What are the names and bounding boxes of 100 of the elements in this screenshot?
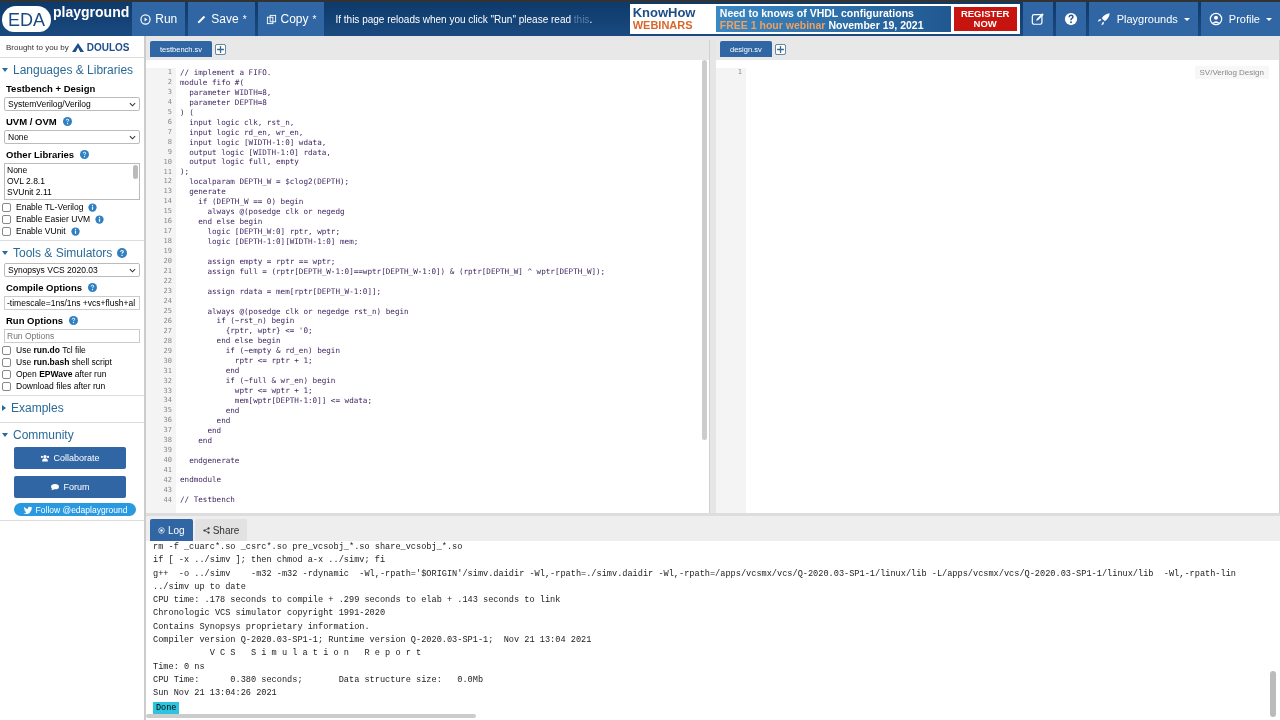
- log-line: CPU time: .178 seconds to compile + .299 seconds to elab + .143 seconds to link: [153, 594, 562, 608]
- checkbox-label: Use run.do Tcl file: [16, 345, 86, 355]
- log-line: g++ -o ../simv -m32 -m32 -rdynamic -Wl,-rpath='$ORIGIN'/simv.daidir -Wl,-rpath=./simv.daidir -Wl,-rpath=/apps/vcsmx/vcs/Q-2020.03-SP1-1/linux/lib -L/apps/vcsmx/vcs/Q-2020.03-SP1-1/linux/lib -Wl,-rpath-lin: [153, 567, 1237, 581]
- log-line: CPU Time: 0.380 seconds; Data structure size: 0.0Mb: [153, 673, 485, 687]
- checkbox-label: Open EPWave after run: [16, 369, 107, 379]
- checkbox-label: Enable TL-Verilog: [16, 202, 84, 212]
- target-icon: [158, 526, 165, 534]
- checkbox[interactable]: [2, 214, 11, 224]
- info-icon[interactable]: [88, 202, 98, 212]
- edit-icon: [1030, 12, 1045, 26]
- help-icon[interactable]: [69, 316, 78, 325]
- checkbox[interactable]: [2, 226, 11, 236]
- logo-name: playground: [53, 4, 130, 20]
- scrollbar[interactable]: [133, 165, 138, 179]
- play-icon: [140, 13, 152, 25]
- share-icon: [202, 526, 210, 534]
- field-label: Testbench + Design: [6, 83, 96, 94]
- dropdown[interactable]: SystemVerilog/Verilog: [4, 97, 140, 111]
- section-header[interactable]: Languages & Libraries: [0, 58, 144, 80]
- banner-headline: Need to knows of VHDL configurations: [719, 7, 915, 19]
- editor-language-label: SV/Verilog Design: [1194, 66, 1269, 79]
- banner-date: November 19, 2021: [828, 19, 924, 31]
- playgrounds-menu[interactable]: Playgrounds: [1088, 2, 1198, 36]
- list-option[interactable]: SVUnit 2.11: [7, 187, 52, 198]
- help-button[interactable]: [1055, 2, 1086, 36]
- webinar-banner[interactable]: KnowHow WEBINARS Need to knows of VHDL configurations FREE 1 hour webinar November 19, 2021 REGISTER NOW: [629, 4, 1020, 34]
- copy-icon: [265, 13, 277, 25]
- add-file-icon[interactable]: [774, 43, 786, 55]
- section-header[interactable]: Tools & Simulators: [0, 241, 144, 263]
- log-line: ../simv up to date: [153, 580, 247, 594]
- info-icon[interactable]: [95, 214, 105, 224]
- log-line: if [ -x ../simv ]; then chmod a-x ../simv; fi: [153, 554, 387, 568]
- checkbox-label: Enable VUnit: [16, 226, 66, 236]
- checkbox[interactable]: [2, 369, 11, 379]
- dropdown[interactable]: Synopsys VCS 2020.03: [4, 263, 140, 277]
- section-header[interactable]: Examples: [0, 396, 144, 418]
- code-editor[interactable]: [146, 60, 709, 513]
- chevron-icon: [129, 267, 136, 273]
- caret-icon: [1183, 17, 1190, 21]
- community-button[interactable]: Forum: [14, 476, 126, 498]
- rocket-icon: [1096, 12, 1111, 26]
- help-icon[interactable]: [88, 283, 97, 292]
- follow-button[interactable]: Follow @edaplayground: [14, 503, 136, 516]
- log-line: Time: 0 ns: [153, 660, 206, 674]
- checkbox[interactable]: [2, 345, 11, 355]
- run-button[interactable]: Run: [132, 2, 186, 36]
- sponsor-logo-icon: [71, 43, 84, 52]
- field-label: Run Options: [6, 315, 63, 326]
- chat-icon: [50, 483, 61, 491]
- reload-notice: If this page reloads when you click "Run" please read this.: [335, 13, 594, 25]
- log-line: Chronologic VCS simulator copyright 1991-2020: [153, 607, 387, 621]
- chevron-icon: [129, 101, 136, 107]
- bird-icon: [22, 505, 33, 514]
- log-line: V C S S i m u l a t i o n R e p o r t: [208, 647, 423, 661]
- log-tab[interactable]: Log: [150, 519, 193, 541]
- checkbox[interactable]: [2, 202, 11, 212]
- checkbox[interactable]: [2, 381, 11, 391]
- field-label: UVM / OVM: [6, 116, 57, 127]
- help-icon[interactable]: [117, 248, 128, 258]
- chevron-icon: [129, 134, 136, 140]
- user-icon: [1208, 12, 1223, 26]
- help-icon[interactable]: [62, 117, 72, 126]
- list-option[interactable]: None: [7, 165, 52, 176]
- section-header[interactable]: Community: [0, 423, 144, 445]
- logo-badge: EDA: [2, 6, 51, 32]
- logo[interactable]: EDA playground: [0, 2, 130, 36]
- pencil-icon: [196, 13, 208, 25]
- checkbox[interactable]: [2, 357, 11, 367]
- edit-button[interactable]: [1022, 2, 1053, 36]
- profile-menu[interactable]: Profile: [1200, 2, 1280, 36]
- add-file-icon[interactable]: [215, 43, 227, 55]
- scrollbar[interactable]: [702, 60, 707, 440]
- caret-icon: [1266, 17, 1272, 21]
- checkbox-label: Enable Easier UVM: [16, 214, 91, 224]
- checkbox-label: Download files after run: [16, 381, 106, 391]
- help-icon[interactable]: [80, 150, 90, 159]
- sponsor-text: Brought to you by: [6, 43, 69, 52]
- help-icon: [1063, 12, 1078, 26]
- scrollbar[interactable]: [1270, 671, 1276, 717]
- sponsor-name: DOULOS: [86, 42, 130, 53]
- scrollbar[interactable]: [146, 714, 476, 718]
- checkbox-label: Use run.bash shell script: [16, 357, 112, 367]
- field-label: Compile Options: [6, 282, 82, 293]
- banner-brand: KnowHow: [632, 7, 697, 19]
- users-icon: [40, 454, 51, 462]
- banner-subtitle: WEBINARS: [632, 19, 694, 31]
- list-option[interactable]: OVL 2.8.1: [7, 176, 52, 187]
- banner-offer: FREE 1 hour webinar: [719, 19, 826, 31]
- info-icon[interactable]: [70, 226, 80, 236]
- dropdown[interactable]: None: [4, 130, 140, 144]
- log-line: rm -f _cuarc*.so _csrc*.so pre_vcsobj_*.so share_vcsobj_*.so: [153, 541, 464, 554]
- log-line: Compiler version Q-2020.03-SP1-1; Runtime version Q-2020.03-SP1-1; Nov 21 13:04 2021: [153, 634, 593, 648]
- status-badge: Done: [153, 701, 180, 714]
- log-line: Contains Synopsys proprietary information.: [153, 620, 371, 634]
- log-line: Sun Nov 21 13:04:26 2021: [153, 687, 278, 701]
- input-field[interactable]: -timescale=1ns/1ns +vcs+flush+al: [4, 296, 140, 310]
- community-button[interactable]: Collaborate: [14, 447, 126, 469]
- register-button[interactable]: REGISTER NOW: [953, 7, 1017, 31]
- input-field[interactable]: Run Options: [4, 329, 140, 343]
- log-tab[interactable]: Share: [194, 519, 248, 541]
